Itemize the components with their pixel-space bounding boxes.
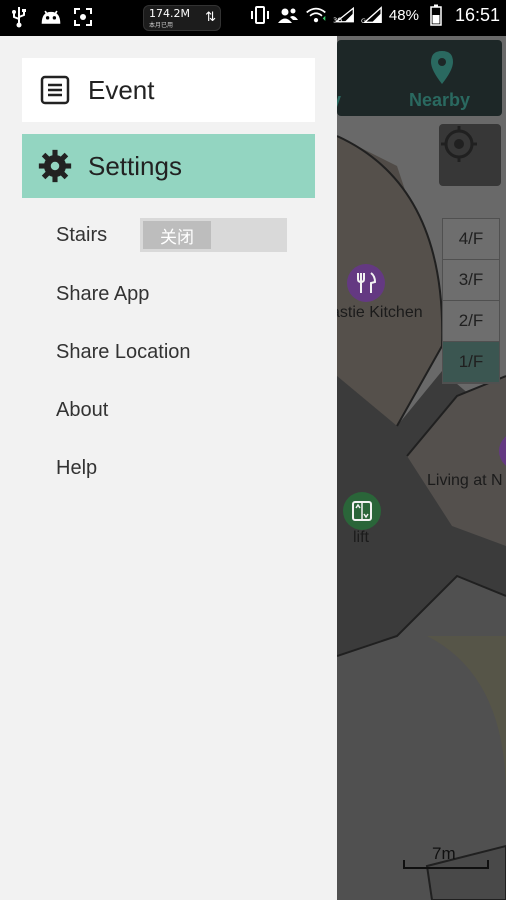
settings-button[interactable]: Settings	[22, 134, 315, 198]
net-sub-label: 本月已用	[149, 22, 174, 29]
svg-text:3G: 3G	[333, 17, 343, 25]
map-view[interactable]: y Nearby 4/F 3/F 2/F 1/F astie Kitchen L…	[337, 36, 506, 900]
data-usage-pill: 174.2M 本月已用 ⇅	[143, 5, 221, 31]
settings-label: Settings	[88, 150, 182, 181]
status-bar: 174.2M 本月已用 ⇅ 3G G 48% 16:51	[0, 0, 506, 36]
data-transfer-icon: ⇅	[205, 10, 216, 25]
svg-text:G: G	[361, 17, 366, 25]
about-item[interactable]: About	[56, 399, 108, 422]
status-left-icons	[8, 6, 94, 28]
screenshot-icon	[72, 6, 94, 28]
share-location-item[interactable]: Share Location	[56, 341, 191, 364]
share-app-item[interactable]: Share App	[56, 283, 149, 306]
event-button[interactable]: Event	[22, 58, 315, 122]
battery-icon	[425, 4, 447, 26]
net-speed: 174.2M	[149, 7, 190, 20]
vibrate-icon	[249, 4, 271, 26]
gear-icon	[38, 149, 72, 183]
clock: 16:51	[454, 4, 500, 25]
list-icon	[38, 73, 72, 107]
navigation-drawer: Event Settings Stairs 关闭 Share App Share…	[0, 36, 337, 900]
battery-percent: 48%	[388, 6, 419, 24]
drawer-scrim[interactable]	[337, 36, 506, 900]
stairs-toggle[interactable]: 关闭	[140, 218, 287, 252]
help-item[interactable]: Help	[56, 457, 97, 480]
contacts-icon	[277, 4, 299, 26]
android-icon	[40, 6, 62, 28]
wifi-icon	[305, 4, 327, 26]
status-right-icons: 3G G 48% 16:51	[249, 4, 500, 26]
signal-icon: G	[361, 4, 383, 26]
signal-3g-icon: 3G	[333, 4, 355, 26]
usb-icon	[8, 6, 30, 28]
stairs-label: Stairs	[56, 224, 108, 246]
event-label: Event	[88, 74, 155, 105]
stairs-toggle-state: 关闭	[143, 221, 211, 249]
